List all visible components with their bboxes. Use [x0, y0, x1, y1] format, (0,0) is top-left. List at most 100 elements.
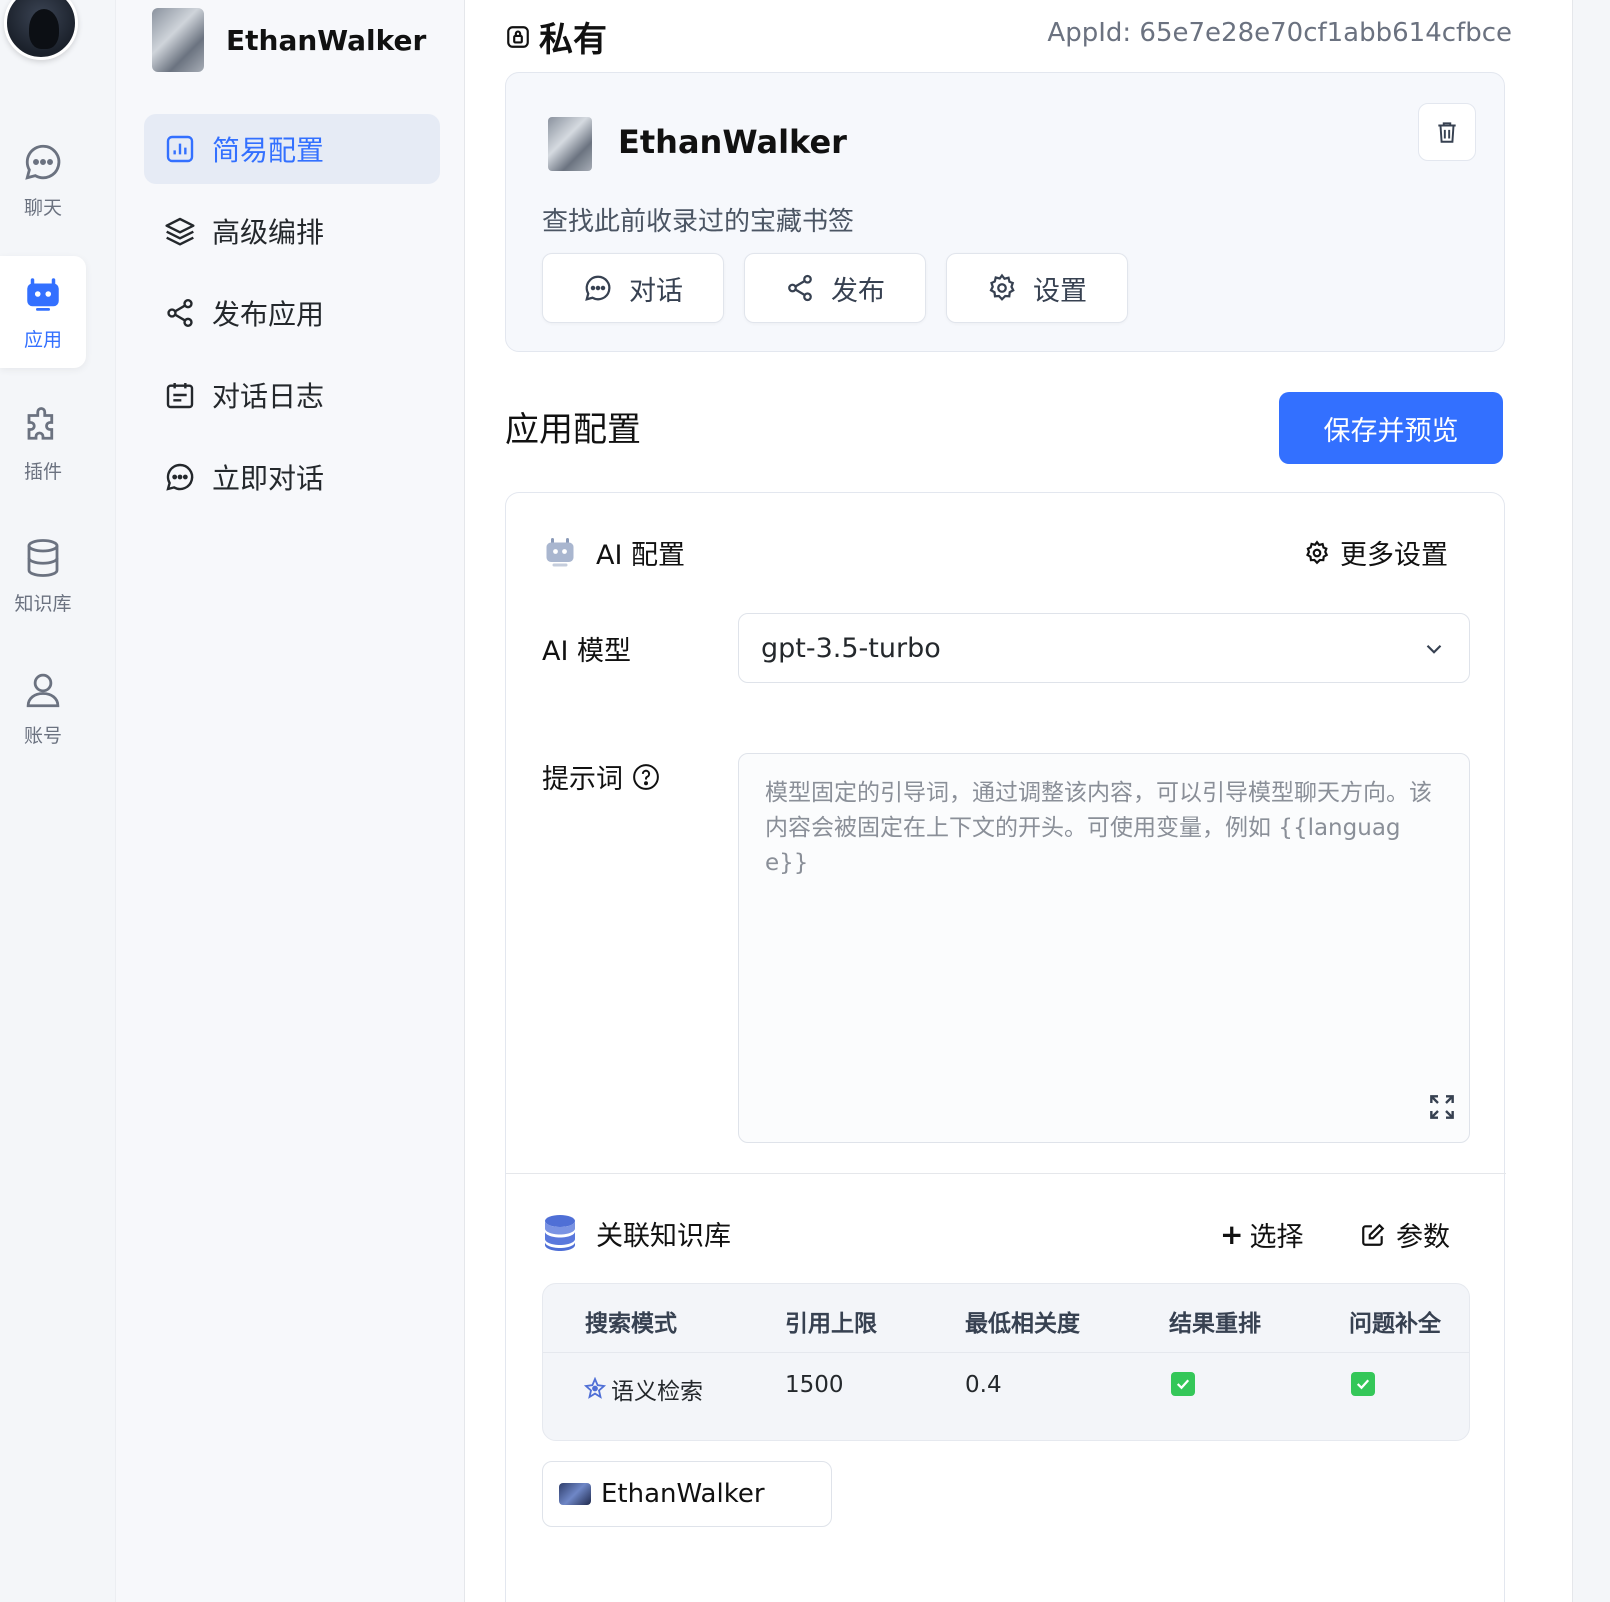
app-nav: EthanWalker 简易配置 高级编排 发布应用 对话日志 立即对话: [115, 0, 465, 1602]
lock-icon: [507, 25, 529, 48]
nav-item-chat-logs[interactable]: 对话日志: [144, 360, 440, 430]
nav-item-publish[interactable]: 发布应用: [144, 278, 440, 348]
more-settings-button[interactable]: 更多设置: [1304, 533, 1448, 572]
rail-label-account: 账号: [23, 724, 62, 747]
chat-button-label: 对话: [629, 275, 683, 307]
table-header: 引用上限: [785, 1311, 877, 1337]
search-mode-cell: 语义检索: [583, 1372, 703, 1406]
chart-box-icon: [166, 135, 194, 163]
knowledge-params-button[interactable]: 参数: [1360, 1215, 1450, 1254]
delete-app-button[interactable]: [1418, 103, 1476, 161]
nav-label-publish: 发布应用: [212, 298, 325, 331]
table-divider: [543, 1352, 1469, 1353]
rail-label-chat: 聊天: [23, 196, 62, 219]
search-mode-value: 语义检索: [611, 1379, 703, 1405]
nav-label-simple-config: 简易配置: [212, 134, 325, 167]
knowledge-params-label: 参数: [1396, 1222, 1450, 1253]
ai-config-title: AI 配置: [596, 540, 686, 571]
app-avatar: [152, 8, 204, 72]
chat-icon: [25, 144, 61, 180]
prompt-label-row: 提示词: [542, 757, 661, 796]
calendar-log-icon: [166, 383, 194, 409]
linked-knowledge-item[interactable]: EthanWalker: [542, 1461, 832, 1527]
app-card-avatar: [548, 117, 592, 171]
select-knowledge-label: 选择: [1249, 1222, 1304, 1253]
table-header: 最低相关度: [965, 1311, 1080, 1337]
app-info-card: EthanWalker 查找此前收录过的宝藏书签 对话 发布 设置: [505, 72, 1505, 352]
query-extension-cell: [1351, 1372, 1375, 1396]
check-icon: [1351, 1372, 1375, 1396]
section-title-app-config: 应用配置: [505, 410, 641, 450]
prompt-textarea[interactable]: 模型固定的引导词，通过调整该内容，可以引导模型聊天方向。该内容会被固定在上下文的…: [738, 753, 1470, 1143]
publish-button-label: 发布: [831, 275, 885, 307]
page-title: 私有: [539, 20, 607, 60]
help-icon[interactable]: [631, 762, 661, 792]
table-header: 结果重排: [1169, 1311, 1261, 1337]
more-settings-label: 更多设置: [1340, 540, 1448, 571]
settings-button-label: 设置: [1033, 275, 1087, 307]
app-card-name: EthanWalker: [618, 123, 847, 161]
select-knowledge-button[interactable]: + 选择: [1220, 1215, 1303, 1254]
page-title-row: 私有: [505, 12, 607, 61]
gear-icon: [1306, 539, 1329, 564]
plus-icon: +: [1220, 1218, 1244, 1251]
nav-item-simple-config[interactable]: 简易配置: [144, 114, 440, 184]
save-and-preview-button[interactable]: 保存并预览: [1279, 392, 1503, 464]
nav-item-chat-now[interactable]: 立即对话: [144, 442, 440, 512]
database-icon: [27, 538, 59, 577]
check-icon: [1171, 1372, 1195, 1396]
knowledge-settings-table: 搜索模式 引用上限 最低相关度 结果重排 问题补全 语义检索 1500 0.4: [542, 1283, 1470, 1441]
layers-icon: [165, 217, 195, 246]
chevron-down-icon: [1426, 644, 1442, 654]
rail-label-knowledge: 知识库: [14, 592, 72, 615]
rail-item-apps[interactable]: 应用: [0, 256, 86, 368]
database-icon: [545, 1215, 575, 1251]
robot-icon: [546, 537, 574, 566]
nav-item-advanced-orchestration[interactable]: 高级编排: [144, 196, 440, 266]
publish-button[interactable]: 发布: [744, 253, 926, 323]
rail-item-knowledge[interactable]: 知识库: [0, 520, 86, 632]
chat-icon: [585, 275, 611, 301]
section-divider: [506, 1173, 1506, 1174]
app-id: AppId: 65e7e28e70cf1abb614cfbce: [1047, 18, 1512, 48]
ai-config-header: AI 配置: [542, 533, 685, 572]
main-panel: 私有 AppId: 65e7e28e70cf1abb614cfbce Ethan…: [465, 0, 1573, 1602]
rerank-cell: [1171, 1372, 1195, 1396]
linked-knowledge-name: EthanWalker: [601, 1479, 765, 1509]
puzzle-icon: [27, 406, 54, 440]
app-description: 查找此前收录过的宝藏书签: [542, 207, 855, 237]
robot-icon: [27, 277, 59, 311]
nav-label-advanced-orchestration: 高级编排: [212, 216, 325, 249]
config-card: AI 配置 更多设置 AI 模型 gpt-3.5-turbo 提示词 模型固定的…: [505, 492, 1506, 1602]
rail-item-plugins[interactable]: 插件: [0, 388, 86, 500]
rail-item-account[interactable]: 账号: [0, 652, 86, 764]
user-avatar[interactable]: [4, 0, 78, 60]
table-header: 搜索模式: [585, 1311, 677, 1337]
trash-icon: [1438, 122, 1456, 143]
settings-button[interactable]: 设置: [946, 253, 1128, 323]
limit-value: 1500: [785, 1372, 844, 1398]
rail-label-plugins: 插件: [23, 460, 62, 483]
ai-model-value: gpt-3.5-turbo: [761, 632, 941, 664]
expand-icon[interactable]: [1426, 1091, 1458, 1123]
knowledge-avatar: [559, 1483, 591, 1505]
edit-icon: [1362, 1223, 1385, 1246]
similarity-value: 0.4: [965, 1372, 1002, 1398]
chat-icon: [166, 463, 194, 491]
chat-button[interactable]: 对话: [542, 253, 724, 323]
knowledge-header: 关联知识库: [542, 1213, 731, 1253]
ai-model-label: AI 模型: [542, 636, 632, 667]
app-header: EthanWalker: [152, 8, 426, 72]
gear-icon: [989, 273, 1015, 301]
prompt-label: 提示词: [542, 764, 623, 795]
knowledge-title: 关联知识库: [596, 1220, 731, 1252]
rail-item-chat[interactable]: 聊天: [0, 124, 86, 236]
share-icon: [788, 274, 812, 302]
table-header: 问题补全: [1349, 1311, 1441, 1337]
nav-label-chat-now: 立即对话: [212, 462, 325, 495]
user-icon: [26, 673, 60, 707]
left-rail: 聊天 应用 插件 知识库 账号: [0, 0, 115, 1602]
rail-label-apps: 应用: [23, 328, 62, 351]
nav-label-chat-logs: 对话日志: [212, 380, 325, 413]
ai-model-select[interactable]: gpt-3.5-turbo: [738, 613, 1470, 683]
